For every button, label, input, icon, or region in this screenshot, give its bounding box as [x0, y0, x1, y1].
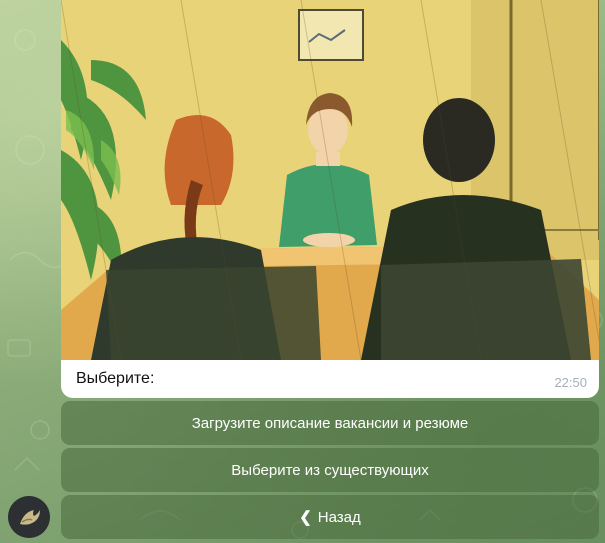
back-button[interactable]: ❮ Назад — [61, 495, 599, 539]
button-label: Назад — [317, 508, 361, 526]
upload-vacancy-resume-button[interactable]: Загрузите описание вакансии и резюме — [61, 401, 599, 445]
message-image[interactable] — [61, 0, 599, 360]
bot-avatar[interactable] — [8, 496, 50, 538]
button-label: Выберите из существующих — [231, 461, 429, 479]
back-chevron-icon: ❮ — [299, 509, 312, 526]
bird-logo-icon — [8, 496, 50, 538]
message-bubble: Выберите: 22:50 — [61, 0, 599, 398]
choose-existing-button[interactable]: Выберите из существующих — [61, 448, 599, 492]
message-time: 22:50 — [554, 375, 587, 390]
button-label: Загрузите описание вакансии и резюме — [191, 414, 469, 432]
message-caption: Выберите: — [76, 370, 155, 387]
